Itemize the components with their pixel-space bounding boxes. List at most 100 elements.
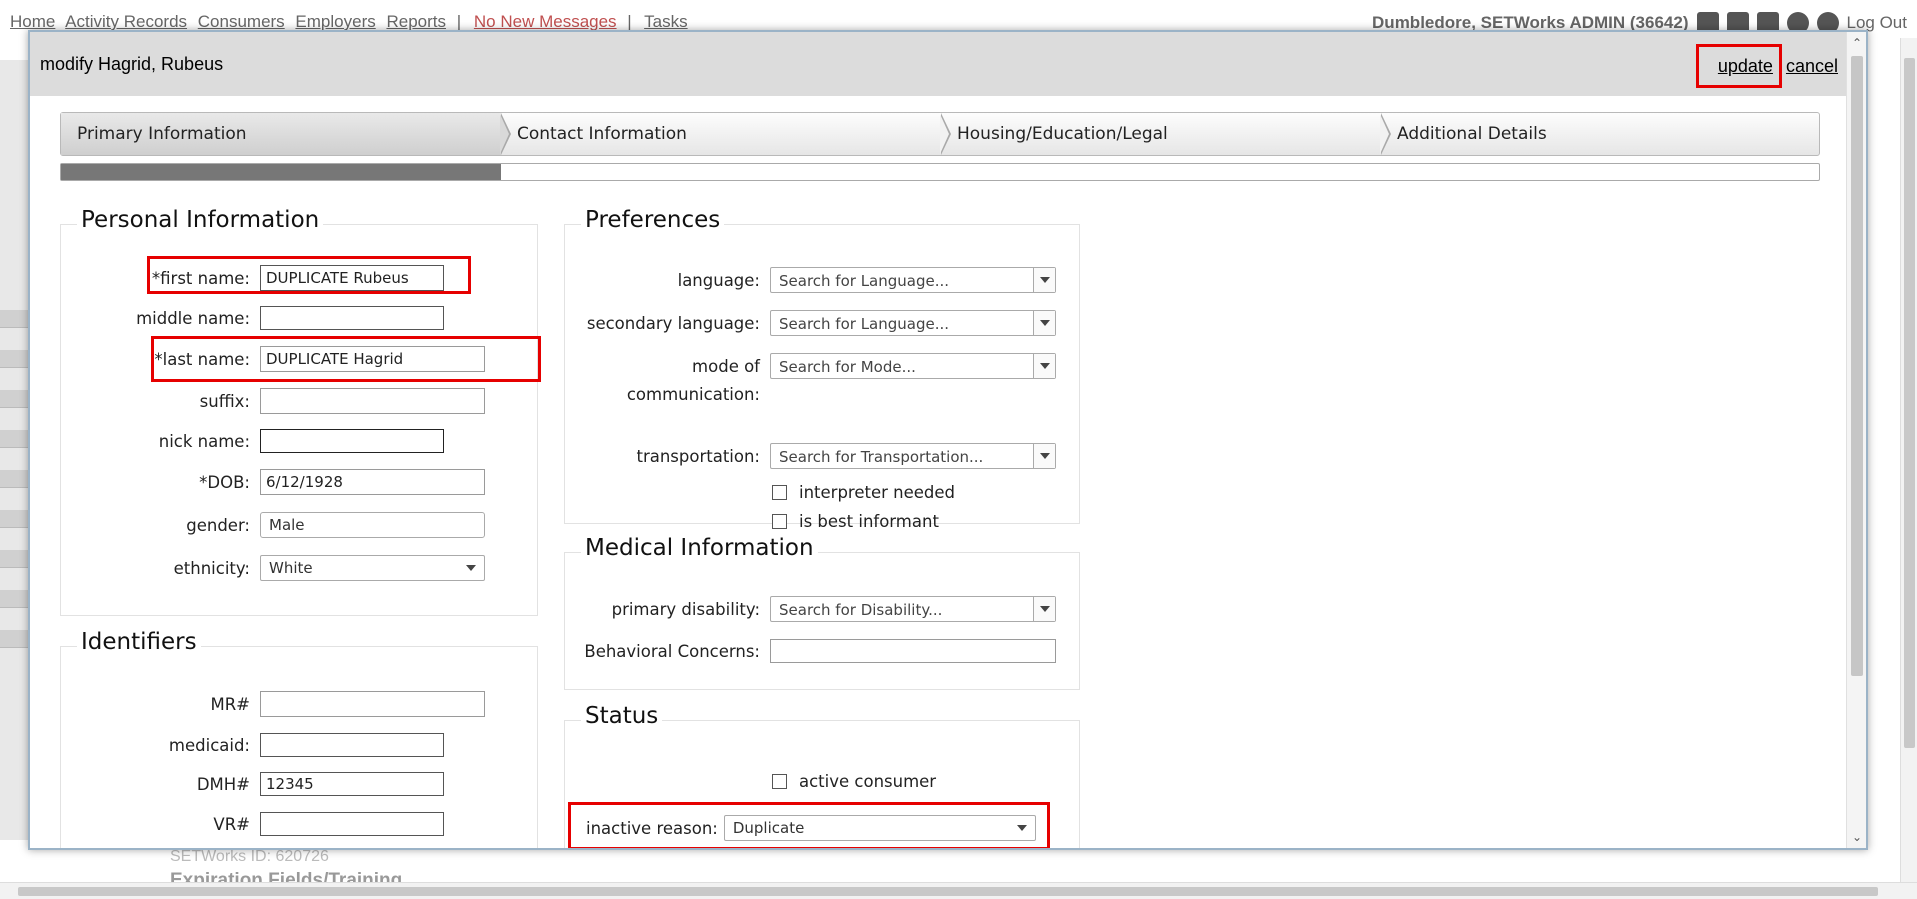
tab-label: Housing/Education/Legal [957, 124, 1168, 144]
chevron-right-icon [940, 113, 951, 155]
interpreter-needed-checkbox[interactable] [772, 485, 787, 500]
chevron-down-icon [466, 565, 476, 571]
panel-title: Medical Information [581, 535, 818, 561]
dob-row: *DOB: [100, 469, 485, 495]
middle-name-row: middle name: [100, 306, 444, 330]
suffix-row: suffix: [100, 388, 485, 414]
nav-separator: | [456, 12, 462, 31]
mr-input[interactable] [260, 691, 485, 717]
vr-input[interactable] [260, 812, 444, 836]
gender-value: Male [269, 516, 305, 534]
nav-reports[interactable]: Reports [386, 12, 446, 31]
tab-label: Additional Details [1397, 124, 1547, 144]
primary-disability-placeholder: Search for Disability... [779, 601, 943, 619]
nick-name-input[interactable] [260, 429, 444, 453]
nav-tasks[interactable]: Tasks [644, 12, 687, 31]
highlight-inactive-reason [568, 802, 1050, 848]
nav-consumers[interactable]: Consumers [198, 12, 285, 31]
vr-row: VR# [100, 812, 444, 836]
gender-select[interactable]: Male [260, 512, 485, 538]
active-consumer-label: active consumer [799, 772, 937, 791]
chevron-down-icon[interactable] [1033, 597, 1055, 621]
interpreter-needed-row: interpreter needed [772, 483, 955, 502]
mode-label: mode of communication: [570, 353, 760, 409]
wizard-progress-bar [60, 163, 1820, 181]
middle-name-input[interactable] [260, 306, 444, 330]
medicaid-label: medicaid: [168, 735, 250, 755]
mode-row: mode of communication: Search for Mode..… [570, 353, 1056, 409]
secondary-language-placeholder: Search for Language... [779, 315, 950, 333]
suffix-input[interactable] [260, 388, 485, 414]
panel-title: Status [581, 703, 663, 729]
dialog-scrollbar-thumb[interactable] [1851, 56, 1863, 676]
transportation-placeholder: Search for Transportation... [779, 448, 984, 466]
scroll-up-icon[interactable]: ⌃ [1847, 34, 1866, 52]
panel-title: Preferences [581, 207, 725, 233]
language-row: language: Search for Language... [570, 267, 1056, 293]
chevron-right-icon [1380, 113, 1391, 155]
active-consumer-checkbox[interactable] [772, 774, 787, 789]
tab-additional-details[interactable]: Additional Details [1381, 113, 1819, 155]
highlight-update [1696, 44, 1782, 88]
medicaid-input[interactable] [260, 733, 444, 757]
dmh-input[interactable] [260, 772, 444, 796]
behavioral-concerns-label: Behavioral Concerns: [584, 641, 760, 661]
scrollbar-thumb[interactable] [1904, 58, 1915, 748]
dialog-scrollbar[interactable]: ⌃ ⌄ [1846, 32, 1866, 848]
secondary-language-label: secondary language: [586, 313, 760, 333]
gender-label: gender: [186, 515, 250, 535]
gender-row: gender: Male [100, 512, 485, 538]
chevron-down-icon[interactable] [1033, 444, 1055, 468]
best-informant-checkbox[interactable] [772, 514, 787, 529]
active-consumer-row: active consumer [772, 772, 936, 791]
scroll-down-icon[interactable]: ⌄ [1847, 828, 1866, 846]
mr-label: MR# [210, 694, 250, 714]
language-combobox[interactable]: Search for Language... [770, 267, 1056, 293]
cancel-button[interactable]: cancel [1786, 56, 1838, 76]
chevron-down-icon[interactable] [1033, 354, 1055, 378]
best-informant-label: is best informant [799, 512, 939, 531]
mode-placeholder: Search for Mode... [779, 358, 916, 376]
ethnicity-row: ethnicity: White [100, 555, 485, 581]
dob-input[interactable] [260, 469, 485, 495]
tab-primary-information[interactable]: Primary Information [61, 113, 511, 155]
ethnicity-select[interactable]: White [260, 555, 485, 581]
page-vertical-scrollbar[interactable] [1900, 38, 1917, 882]
primary-disability-combobox[interactable]: Search for Disability... [770, 596, 1056, 622]
middle-name-label: middle name: [136, 308, 250, 328]
nick-name-row: nick name: [100, 429, 444, 453]
behavioral-concerns-input[interactable] [770, 639, 1056, 663]
transportation-row: transportation: Search for Transportatio… [570, 443, 1056, 469]
transportation-combobox[interactable]: Search for Transportation... [770, 443, 1056, 469]
scrollbar-thumb[interactable] [18, 887, 1878, 896]
tab-label: Contact Information [517, 124, 687, 144]
chevron-down-icon[interactable] [1033, 311, 1055, 335]
nav-separator: | [627, 12, 632, 31]
secondary-language-row: secondary language: Search for Language.… [570, 310, 1056, 336]
tab-contact-information[interactable]: Contact Information [501, 113, 951, 155]
dob-label: *DOB: [199, 472, 250, 492]
mr-row: MR# [100, 691, 485, 717]
transportation-label: transportation: [636, 446, 760, 466]
ethnicity-value: White [269, 559, 313, 577]
chevron-right-icon [500, 113, 511, 155]
tab-housing-education-legal[interactable]: Housing/Education/Legal [941, 113, 1391, 155]
highlight-last-name [151, 336, 541, 382]
secondary-language-combobox[interactable]: Search for Language... [770, 310, 1056, 336]
mode-label-line-2: communication: [626, 385, 760, 404]
dmh-row: DMH# [100, 772, 444, 796]
panel-title: Personal Information [77, 207, 324, 233]
page-horizontal-scrollbar[interactable] [0, 882, 1917, 899]
chevron-down-icon[interactable] [1033, 268, 1055, 292]
nav-home[interactable]: Home [10, 12, 55, 31]
wizard-steps: Primary Information Contact Information … [60, 112, 1820, 156]
dialog-title: modify Hagrid, Rubeus [40, 54, 224, 74]
nav-activity-records[interactable]: Activity Records [65, 12, 187, 31]
nav-messages[interactable]: No New Messages [474, 12, 617, 31]
mode-combobox[interactable]: Search for Mode... [770, 353, 1056, 379]
tab-label: Primary Information [77, 124, 247, 144]
ethnicity-label: ethnicity: [173, 558, 250, 578]
primary-disability-label: primary disability: [611, 599, 760, 619]
language-label: language: [677, 270, 760, 290]
nav-employers[interactable]: Employers [295, 12, 375, 31]
